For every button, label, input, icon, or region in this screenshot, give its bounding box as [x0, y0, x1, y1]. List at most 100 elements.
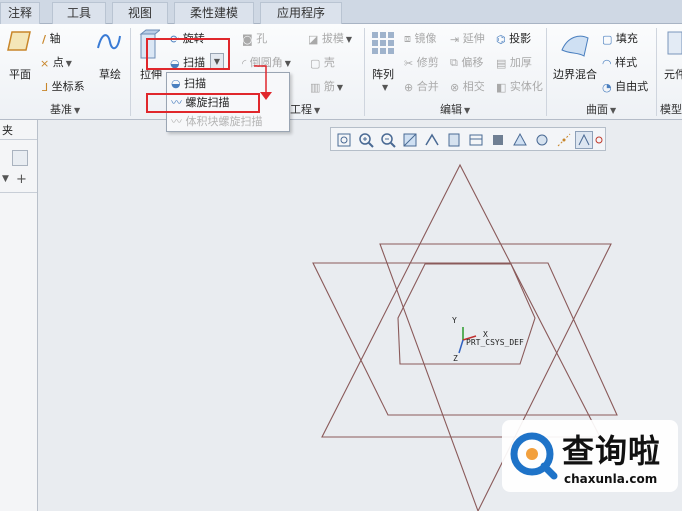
- chevron-down-icon: ▼: [65, 59, 72, 68]
- highlight-box-sweep: [146, 38, 230, 70]
- axis-button[interactable]: / 轴: [42, 30, 61, 46]
- sweep-icon: ◒: [171, 77, 181, 90]
- extend-button[interactable]: ⇥ 延伸: [450, 30, 485, 46]
- chevron-down-icon: ▼: [336, 83, 344, 92]
- merge-button[interactable]: ⊕ 合并: [404, 78, 439, 94]
- plane-icon: [7, 31, 31, 51]
- engineering-group-label[interactable]: 工程 ▼: [290, 102, 320, 118]
- project-button[interactable]: ⌬ 投影: [496, 30, 531, 46]
- freestyle-icon: ◔: [602, 80, 612, 94]
- freestyle-label: 自由式: [615, 80, 649, 93]
- plane-button[interactable]: [6, 30, 32, 52]
- rib-button[interactable]: ▥ 筋 ▼: [310, 78, 343, 94]
- style-label: 样式: [615, 56, 638, 69]
- axis-icon: /: [42, 32, 47, 46]
- annotation-arrow: [254, 65, 272, 100]
- merge-icon: ⊕: [404, 80, 414, 94]
- boundary-blend-icon: [561, 35, 589, 57]
- rib-icon: ▥: [310, 80, 321, 94]
- pattern-dropdown[interactable]: ▼: [380, 80, 388, 93]
- divider: [0, 192, 37, 193]
- pattern-icon: [372, 32, 394, 54]
- extend-icon: ⇥: [450, 32, 460, 46]
- draft-icon: ◪: [308, 32, 319, 46]
- menu-item-sweep[interactable]: ◒ 扫描: [171, 75, 206, 93]
- sketch-button[interactable]: [96, 30, 122, 54]
- round-icon: ◜: [242, 56, 247, 70]
- hole-button[interactable]: ◙ 孔: [242, 30, 267, 46]
- offset-button[interactable]: ⧉ 偏移: [450, 54, 483, 70]
- fill-label: 填充: [615, 32, 638, 45]
- fill-button[interactable]: ▢ 填充: [602, 30, 638, 46]
- ribbon: 平面 / 轴 × 点 ▼ ⅃ 坐标系 草绘 基准 ▼ 拉伸 ⟳ 旋转 ◒ 扫描 ▼: [0, 24, 682, 120]
- shell-label: 壳: [323, 56, 335, 69]
- chevron-down-icon: ▼: [464, 106, 471, 115]
- point-label: 点: [52, 56, 64, 69]
- hole-label: 孔: [256, 32, 268, 45]
- extend-label: 延伸: [462, 32, 485, 45]
- rib-label: 筋: [323, 80, 335, 93]
- menu-item-label: 扫描: [184, 77, 207, 90]
- boundary-blend-button[interactable]: [560, 30, 590, 58]
- trim-icon: ✂: [404, 56, 414, 70]
- thicken-label: 加厚: [509, 56, 532, 69]
- draft-button[interactable]: ◪ 拔模 ▼: [308, 30, 352, 46]
- tab-view[interactable]: 视图: [112, 2, 168, 24]
- tab-applications[interactable]: 应用程序: [260, 2, 342, 24]
- watermark-url: chaxunla.com: [564, 472, 658, 486]
- tab-flexible-modeling[interactable]: 柔性建模: [174, 2, 254, 24]
- watermark-logo-icon: [510, 432, 558, 480]
- boundary-blend-label: 边界混合: [553, 68, 597, 81]
- shell-button[interactable]: ▢ 壳: [310, 54, 335, 70]
- intersect-icon: ⊗: [450, 80, 460, 94]
- datum-group-label[interactable]: 基准 ▼: [50, 102, 80, 118]
- offset-icon: ⧉: [450, 56, 458, 69]
- chevron-down-icon: ▼: [314, 106, 321, 115]
- sketch-icon: [97, 34, 121, 50]
- thicken-button[interactable]: ▤ 加厚: [496, 54, 532, 70]
- group-separator: [546, 28, 547, 116]
- component-icon: [667, 31, 682, 55]
- panel-settings-icon[interactable]: [12, 150, 28, 166]
- csys-name-label: PRT_CSYS_DEF: [466, 338, 524, 347]
- csys-z-label: Z: [453, 354, 458, 363]
- style-button[interactable]: ◠ 样式: [602, 54, 637, 70]
- solidify-icon: ◧: [496, 80, 507, 94]
- intersect-button[interactable]: ⊗ 相交: [450, 78, 485, 94]
- freestyle-button[interactable]: ◔ 自由式: [602, 78, 648, 94]
- pattern-button[interactable]: [370, 30, 396, 56]
- group-separator: [364, 28, 365, 116]
- model-intent-group-label[interactable]: 模型: [660, 102, 682, 118]
- component-button[interactable]: [666, 30, 682, 56]
- chevron-down-icon: ▼: [284, 59, 291, 68]
- solidify-label: 实体化: [509, 80, 543, 93]
- intersect-label: 相交: [462, 80, 485, 93]
- draft-label: 拔模: [321, 32, 344, 45]
- mirror-button[interactable]: ⧈ 镜像: [404, 30, 437, 46]
- editing-group-label[interactable]: 编辑 ▼: [440, 102, 470, 118]
- chevron-down-icon[interactable]: ▼: [2, 174, 9, 184]
- highlight-box-helical-sweep: [146, 93, 260, 113]
- sketch-label: 草绘: [99, 68, 121, 81]
- project-icon: ⌬: [496, 32, 506, 46]
- csys-y-label: Y: [452, 316, 457, 325]
- hole-icon: ◙: [242, 32, 253, 46]
- group-separator: [130, 28, 131, 116]
- plane-label: 平面: [9, 68, 31, 81]
- solidify-button[interactable]: ◧ 实体化: [496, 78, 543, 94]
- ribbon-tab-bar: 注释 工具 视图 柔性建模 应用程序: [0, 0, 682, 24]
- point-icon: ×: [40, 56, 50, 70]
- plus-icon[interactable]: +: [16, 172, 27, 187]
- point-button[interactable]: × 点 ▼: [40, 54, 72, 70]
- fill-icon: ▢: [602, 32, 613, 46]
- offset-label: 偏移: [461, 56, 484, 69]
- style-icon: ◠: [602, 56, 612, 70]
- surfaces-group-label[interactable]: 曲面 ▼: [586, 102, 616, 118]
- tab-annotate[interactable]: 注释: [0, 2, 40, 24]
- watermark: 查询啦 chaxunla.com: [502, 420, 678, 492]
- component-label: 元件: [664, 68, 682, 81]
- trim-button[interactable]: ✂ 修剪: [404, 54, 439, 70]
- group-separator: [656, 28, 657, 116]
- csys-button[interactable]: ⅃ 坐标系: [42, 78, 85, 94]
- tab-tools[interactable]: 工具: [52, 2, 106, 24]
